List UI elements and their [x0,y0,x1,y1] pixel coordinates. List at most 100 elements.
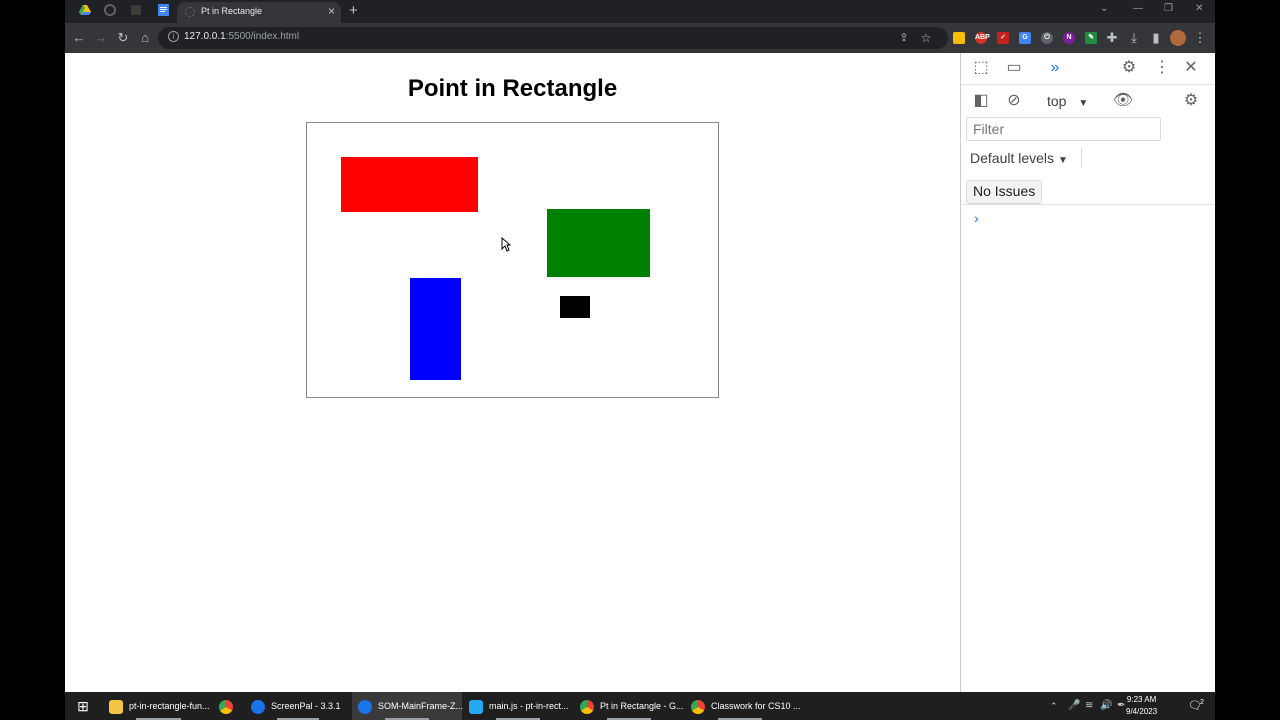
console-settings-icon[interactable]: ⚙ [1180,92,1202,110]
extensions-puzzle-icon[interactable]: ✚ [1104,30,1120,46]
pinned-tab-drive[interactable] [73,3,97,21]
log-levels-label: Default levels [970,150,1055,166]
restore-icon[interactable]: ❐ [1164,3,1173,14]
red-rectangle [341,157,478,212]
web-page: Point in Rectangle [65,53,960,692]
devtools-menu-icon[interactable]: ⋮ [1151,59,1173,77]
issues-button[interactable]: No Issues [966,180,1043,204]
context-label: top [1047,93,1067,109]
extension-keep-icon[interactable] [953,32,965,44]
levels-dropdown-icon: ▼ [1057,155,1068,166]
site-icon [131,5,141,15]
taskbar-label: main.js - pt-in-rect... [489,701,569,711]
devtools-close-icon[interactable]: ✕ [1180,59,1202,77]
taskbar-item-explorer[interactable]: pt-in-rectangle-fun... [103,692,214,720]
taskbar-label: SOM-MainFrame-Z... [378,701,464,711]
pinned-tab-2[interactable] [98,3,122,21]
microphone-icon[interactable]: 🎤 [1068,692,1080,720]
rectangle-canvas[interactable] [306,122,719,398]
forward-icon[interactable]: → [93,30,109,46]
context-dropdown-icon: ▼ [1078,98,1089,109]
new-tab-button[interactable]: + [349,2,358,20]
pinned-tab-3[interactable] [124,3,148,21]
taskbar-item-screenpal[interactable]: ScreenPal - 3.3.1 [245,692,351,720]
tab-pt-in-rectangle[interactable]: Pt in Rectangle × [177,2,341,23]
console-prompt[interactable]: › [974,210,979,226]
sidebar-toggle-icon[interactable]: ◧ [970,92,992,110]
pen-icon[interactable]: ✒ [1117,692,1125,720]
taskbar-item-chrome-pt-in-rectangle[interactable]: Pt in Rectangle - G... [574,692,684,720]
url-path: :5500/index.html [225,31,300,42]
address-bar[interactable]: i 127.0.0.1:5500/index.html ⇪ ☆ [158,27,948,49]
tab-search-icon[interactable]: ⌄ [1100,3,1108,14]
share-icon[interactable]: ⇪ [896,30,912,46]
inspect-element-icon[interactable]: ⬚ [970,59,992,77]
minimize-icon[interactable]: — [1133,3,1143,14]
taskbar-label: ScreenPal - 3.3.1 [271,701,341,711]
device-toolbar-icon[interactable]: ▭ [1003,59,1025,77]
github-icon [104,4,116,16]
network-icon[interactable]: ≋ [1085,692,1093,720]
clock-time: 9:23 AM [1126,695,1157,704]
taskbar-label: pt-in-rectangle-fun... [129,701,210,711]
screenpal-icon [358,699,372,714]
tab-title: Pt in Rectangle [201,6,263,16]
taskbar-item-som-mainframe[interactable]: SOM-MainFrame-Z... [352,692,464,720]
profile-avatar[interactable] [1170,30,1186,46]
extension-pocket-icon[interactable]: ✓ [997,32,1009,44]
tab-close-icon[interactable]: × [328,4,335,18]
mouse-cursor-icon [501,237,511,252]
live-expression-eye-icon[interactable]: 👁 [1112,92,1134,110]
extension-purple-icon[interactable]: N [1063,32,1075,44]
system-clock[interactable]: 9:23 AM 9/4/2023 [1126,694,1157,718]
pinned-tab-docs[interactable] [151,3,175,21]
loading-favicon-icon [185,7,195,17]
bookmark-star-icon[interactable]: ☆ [918,30,934,46]
context-selector[interactable]: top ▼ [1047,93,1088,109]
divider [961,84,1215,85]
devtools-panel: ⬚ ▭ » ⚙ ⋮ ✕ ◧ ⊘ top ▼ 👁 ⚙ Default levels… [960,53,1215,692]
folder-icon [109,699,123,714]
console-filter-input[interactable] [966,117,1161,141]
chrome-icon [580,699,594,714]
log-levels-dropdown[interactable]: Default levels ▼ [970,150,1068,166]
chrome-menu-icon[interactable]: ⋮ [1192,30,1208,46]
window-close-icon[interactable]: ✕ [1195,3,1203,14]
taskbar-label: Pt in Rectangle - G... [600,701,684,711]
blue-rectangle [410,278,461,380]
windows-taskbar: ⊞ pt-in-rectangle-fun... ScreenPal - 3.3… [65,692,1215,720]
black-rectangle [560,296,590,318]
reload-icon[interactable]: ↻ [115,30,131,46]
toolbar-separator [1081,148,1082,168]
vscode-icon [469,699,483,714]
chrome-icon [219,699,233,714]
back-icon[interactable]: ← [71,30,87,46]
taskbar-item-chrome-classwork[interactable]: Classwork for CS10 ... [685,692,801,720]
more-tabs-icon[interactable]: » [1044,59,1066,77]
download-icon[interactable]: ⤓ [1126,30,1142,46]
extension-power-icon[interactable]: ⏻ [1041,32,1053,44]
chrome-icon [691,699,705,714]
tab-strip: Pt in Rectangle × + ⌄ — ❐ ✕ [65,0,1215,23]
url-host: 127.0.0.1 [184,31,226,42]
tray-chevron-icon[interactable]: ⌃ [1050,692,1058,720]
site-info-icon[interactable]: i [168,31,179,42]
clock-date: 9/4/2023 [1126,707,1158,716]
extension-abp-icon[interactable]: ABP [975,32,990,44]
taskbar-item-vscode[interactable]: main.js - pt-in-rect... [463,692,573,720]
home-icon[interactable]: ⌂ [137,30,153,46]
volume-icon[interactable]: 🔊 [1100,692,1112,720]
green-rectangle [547,209,650,277]
extension-green-icon[interactable]: ✎ [1085,32,1097,44]
url-text: 127.0.0.1:5500/index.html [184,31,299,42]
clear-console-icon[interactable]: ⊘ [1003,92,1025,110]
docs-icon [157,4,169,16]
taskbar-item-chrome[interactable] [213,692,245,720]
console-divider [961,204,1215,205]
side-panel-icon[interactable]: ▮ [1148,30,1164,46]
start-button[interactable]: ⊞ [73,692,93,720]
devtools-settings-icon[interactable]: ⚙ [1118,59,1140,77]
extension-translate-icon[interactable]: G [1019,32,1031,44]
drive-icon [79,5,91,15]
browser-toolbar: ← → ↻ ⌂ i 127.0.0.1:5500/index.html ⇪ ☆ … [65,23,1215,53]
